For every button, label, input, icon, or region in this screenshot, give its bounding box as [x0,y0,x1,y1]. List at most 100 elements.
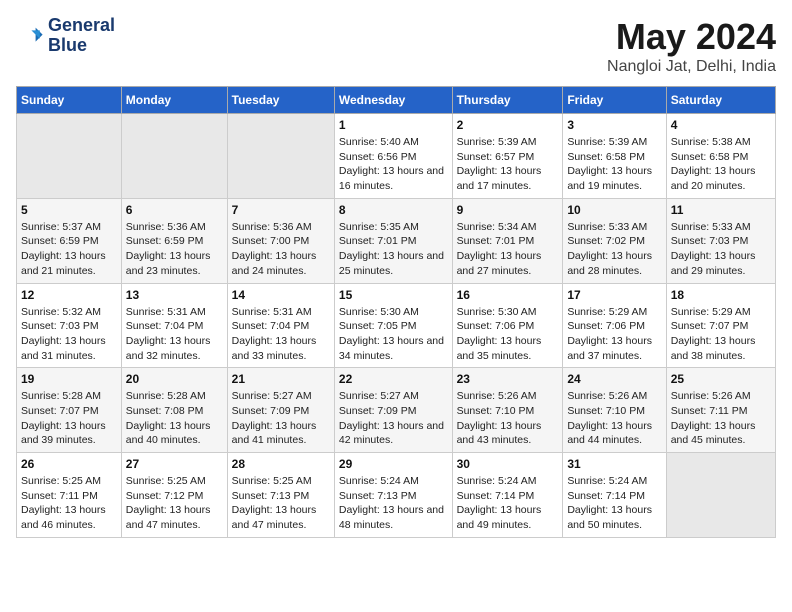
calendar-cell: 8 Sunrise: 5:35 AMSunset: 7:01 PMDayligh… [334,198,452,283]
header: General Blue May 2024 Nangloi Jat, Delhi… [16,16,776,76]
day-number: 24 [567,372,661,386]
calendar-cell: 24 Sunrise: 5:26 AMSunset: 7:10 PMDaylig… [563,368,666,453]
day-info: Sunrise: 5:31 AMSunset: 7:04 PMDaylight:… [126,305,223,364]
week-row-3: 12 Sunrise: 5:32 AMSunset: 7:03 PMDaylig… [17,283,776,368]
day-number: 4 [671,118,771,132]
day-number: 17 [567,288,661,302]
weekday-header-friday: Friday [563,87,666,114]
week-row-1: 1 Sunrise: 5:40 AMSunset: 6:56 PMDayligh… [17,114,776,199]
day-info: Sunrise: 5:36 AMSunset: 6:59 PMDaylight:… [126,220,223,279]
day-info: Sunrise: 5:24 AMSunset: 7:14 PMDaylight:… [567,474,661,533]
day-number: 6 [126,203,223,217]
logo: General Blue [16,16,115,56]
title-area: May 2024 Nangloi Jat, Delhi, India [607,16,776,76]
day-number: 28 [232,457,330,471]
day-info: Sunrise: 5:28 AMSunset: 7:08 PMDaylight:… [126,389,223,448]
day-info: Sunrise: 5:39 AMSunset: 6:58 PMDaylight:… [567,135,661,194]
day-info: Sunrise: 5:28 AMSunset: 7:07 PMDaylight:… [21,389,117,448]
calendar-cell: 19 Sunrise: 5:28 AMSunset: 7:07 PMDaylig… [17,368,122,453]
calendar-cell: 11 Sunrise: 5:33 AMSunset: 7:03 PMDaylig… [666,198,775,283]
day-info: Sunrise: 5:31 AMSunset: 7:04 PMDaylight:… [232,305,330,364]
day-number: 3 [567,118,661,132]
day-number: 2 [457,118,559,132]
calendar-cell: 31 Sunrise: 5:24 AMSunset: 7:14 PMDaylig… [563,453,666,538]
calendar-cell: 22 Sunrise: 5:27 AMSunset: 7:09 PMDaylig… [334,368,452,453]
day-number: 14 [232,288,330,302]
day-info: Sunrise: 5:24 AMSunset: 7:13 PMDaylight:… [339,474,448,533]
subtitle: Nangloi Jat, Delhi, India [607,58,776,76]
calendar-cell [227,114,334,199]
calendar-cell: 29 Sunrise: 5:24 AMSunset: 7:13 PMDaylig… [334,453,452,538]
day-info: Sunrise: 5:26 AMSunset: 7:11 PMDaylight:… [671,389,771,448]
day-number: 20 [126,372,223,386]
calendar-cell: 26 Sunrise: 5:25 AMSunset: 7:11 PMDaylig… [17,453,122,538]
day-info: Sunrise: 5:26 AMSunset: 7:10 PMDaylight:… [457,389,559,448]
day-info: Sunrise: 5:25 AMSunset: 7:12 PMDaylight:… [126,474,223,533]
day-info: Sunrise: 5:36 AMSunset: 7:00 PMDaylight:… [232,220,330,279]
calendar-cell: 6 Sunrise: 5:36 AMSunset: 6:59 PMDayligh… [121,198,227,283]
calendar-cell: 21 Sunrise: 5:27 AMSunset: 7:09 PMDaylig… [227,368,334,453]
day-number: 31 [567,457,661,471]
logo-text: General Blue [48,16,115,56]
day-number: 15 [339,288,448,302]
calendar-cell: 20 Sunrise: 5:28 AMSunset: 7:08 PMDaylig… [121,368,227,453]
day-info: Sunrise: 5:40 AMSunset: 6:56 PMDaylight:… [339,135,448,194]
calendar-cell: 28 Sunrise: 5:25 AMSunset: 7:13 PMDaylig… [227,453,334,538]
day-number: 16 [457,288,559,302]
day-info: Sunrise: 5:29 AMSunset: 7:07 PMDaylight:… [671,305,771,364]
calendar-cell: 4 Sunrise: 5:38 AMSunset: 6:58 PMDayligh… [666,114,775,199]
weekday-header-monday: Monday [121,87,227,114]
day-info: Sunrise: 5:26 AMSunset: 7:10 PMDaylight:… [567,389,661,448]
calendar-cell [121,114,227,199]
day-number: 29 [339,457,448,471]
day-number: 25 [671,372,771,386]
day-info: Sunrise: 5:30 AMSunset: 7:06 PMDaylight:… [457,305,559,364]
day-number: 13 [126,288,223,302]
calendar-cell: 3 Sunrise: 5:39 AMSunset: 6:58 PMDayligh… [563,114,666,199]
calendar-cell: 7 Sunrise: 5:36 AMSunset: 7:00 PMDayligh… [227,198,334,283]
day-number: 23 [457,372,559,386]
day-info: Sunrise: 5:33 AMSunset: 7:03 PMDaylight:… [671,220,771,279]
week-row-2: 5 Sunrise: 5:37 AMSunset: 6:59 PMDayligh… [17,198,776,283]
calendar-cell: 1 Sunrise: 5:40 AMSunset: 6:56 PMDayligh… [334,114,452,199]
day-number: 10 [567,203,661,217]
day-number: 5 [21,203,117,217]
day-info: Sunrise: 5:34 AMSunset: 7:01 PMDaylight:… [457,220,559,279]
logo-icon [16,22,44,50]
main-title: May 2024 [607,16,776,58]
calendar-cell [666,453,775,538]
day-info: Sunrise: 5:39 AMSunset: 6:57 PMDaylight:… [457,135,559,194]
day-number: 30 [457,457,559,471]
day-number: 12 [21,288,117,302]
calendar-cell: 18 Sunrise: 5:29 AMSunset: 7:07 PMDaylig… [666,283,775,368]
calendar-cell: 13 Sunrise: 5:31 AMSunset: 7:04 PMDaylig… [121,283,227,368]
day-info: Sunrise: 5:25 AMSunset: 7:13 PMDaylight:… [232,474,330,533]
week-row-5: 26 Sunrise: 5:25 AMSunset: 7:11 PMDaylig… [17,453,776,538]
weekday-header-saturday: Saturday [666,87,775,114]
calendar-cell: 27 Sunrise: 5:25 AMSunset: 7:12 PMDaylig… [121,453,227,538]
day-number: 7 [232,203,330,217]
calendar-cell: 25 Sunrise: 5:26 AMSunset: 7:11 PMDaylig… [666,368,775,453]
day-number: 26 [21,457,117,471]
day-number: 18 [671,288,771,302]
day-info: Sunrise: 5:24 AMSunset: 7:14 PMDaylight:… [457,474,559,533]
calendar-cell: 10 Sunrise: 5:33 AMSunset: 7:02 PMDaylig… [563,198,666,283]
day-info: Sunrise: 5:30 AMSunset: 7:05 PMDaylight:… [339,305,448,364]
day-info: Sunrise: 5:29 AMSunset: 7:06 PMDaylight:… [567,305,661,364]
weekday-header-sunday: Sunday [17,87,122,114]
day-info: Sunrise: 5:25 AMSunset: 7:11 PMDaylight:… [21,474,117,533]
day-number: 27 [126,457,223,471]
calendar-cell: 9 Sunrise: 5:34 AMSunset: 7:01 PMDayligh… [452,198,563,283]
weekday-header-wednesday: Wednesday [334,87,452,114]
weekday-header-thursday: Thursday [452,87,563,114]
day-number: 9 [457,203,559,217]
day-info: Sunrise: 5:33 AMSunset: 7:02 PMDaylight:… [567,220,661,279]
calendar-cell: 30 Sunrise: 5:24 AMSunset: 7:14 PMDaylig… [452,453,563,538]
calendar-cell: 2 Sunrise: 5:39 AMSunset: 6:57 PMDayligh… [452,114,563,199]
calendar-cell: 14 Sunrise: 5:31 AMSunset: 7:04 PMDaylig… [227,283,334,368]
calendar-cell [17,114,122,199]
week-row-4: 19 Sunrise: 5:28 AMSunset: 7:07 PMDaylig… [17,368,776,453]
calendar-cell: 5 Sunrise: 5:37 AMSunset: 6:59 PMDayligh… [17,198,122,283]
day-number: 19 [21,372,117,386]
day-number: 8 [339,203,448,217]
